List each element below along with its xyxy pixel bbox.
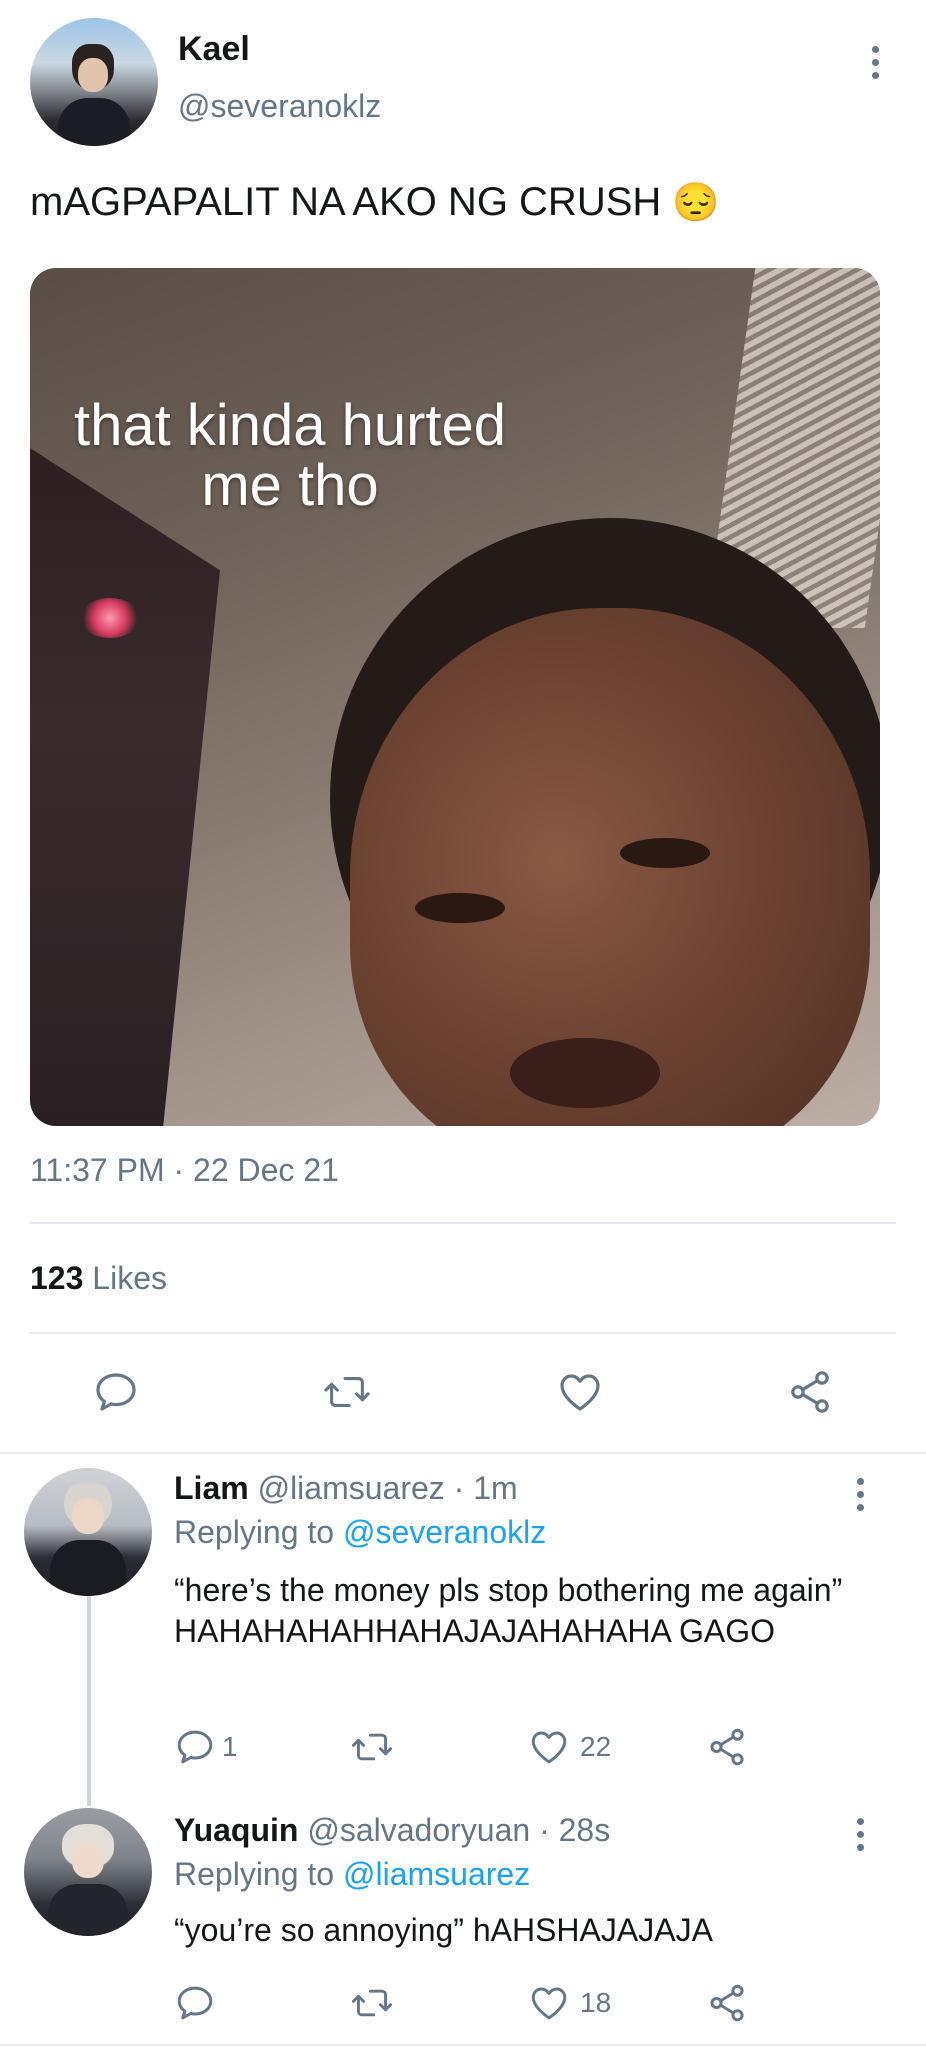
reply-like-icon[interactable] <box>528 1726 570 1768</box>
tweet-time: 11:37 PM <box>30 1152 165 1188</box>
image-caption: that kinda hurted me tho <box>30 396 550 516</box>
image-child-mouth <box>510 1038 660 1108</box>
reply-avatar-liam[interactable] <box>24 1468 152 1596</box>
reply-like-count: 22 <box>580 1731 612 1762</box>
tweet-text: mAGPAPALIT NA AKO NG CRUSH 😔 <box>30 180 720 225</box>
more-options-icon[interactable] <box>870 46 880 79</box>
image-shadow-wall <box>30 448 220 1126</box>
reply-like-icon[interactable] <box>528 1982 570 2024</box>
replying-to-link[interactable]: @liamsuarez <box>343 1856 530 1892</box>
reply-replying-to: Replying to @severanoklz <box>174 1514 546 1551</box>
avatar-body <box>50 1540 126 1596</box>
author-avatar[interactable] <box>30 18 158 146</box>
replying-to-link[interactable]: @severanoklz <box>343 1514 546 1550</box>
avatar-body <box>48 1884 128 1936</box>
reply-icon[interactable] <box>92 1368 140 1416</box>
tweet-text-body: mAGPAPALIT NA AKO NG CRUSH <box>30 180 662 224</box>
tweet-date: 22 Dec 21 <box>193 1152 339 1188</box>
reply-handle[interactable]: @liamsuarez <box>258 1470 445 1506</box>
reply-reply-icon[interactable] <box>174 1982 216 2024</box>
avatar-face <box>72 1842 104 1878</box>
likes-summary[interactable]: 123 Likes <box>30 1260 167 1297</box>
reply-text: “you’re so annoying” hAHSHAJAJAJA <box>174 1912 713 1948</box>
reply-header: Yuaquin @salvadoryuan · 28s <box>174 1812 610 1849</box>
reply-more-options-icon[interactable] <box>855 1478 865 1511</box>
divider-end <box>0 2044 926 2046</box>
reply-share-icon[interactable] <box>706 1982 748 2024</box>
reply-name[interactable]: Liam <box>174 1470 249 1506</box>
avatar-face <box>72 1498 104 1534</box>
divider-bottom <box>0 1452 926 1454</box>
reply-dot: · <box>539 1812 550 1848</box>
reply-time[interactable]: 28s <box>559 1812 611 1848</box>
reply-reply-count: 1 <box>222 1731 238 1762</box>
reply-text: “here’s the money pls stop bothering me … <box>174 1572 843 1649</box>
reply-more-options-icon[interactable] <box>855 1818 865 1851</box>
replying-prefix: Replying to <box>174 1856 335 1892</box>
share-icon[interactable] <box>786 1368 834 1416</box>
divider-top <box>30 1222 896 1224</box>
avatar-face <box>78 58 108 92</box>
reply-dot: · <box>453 1470 465 1506</box>
author-handle[interactable]: @severanoklz <box>178 88 381 125</box>
reply-avatar-yuaquin[interactable] <box>24 1808 152 1936</box>
divider-middle <box>30 1332 896 1334</box>
replying-prefix: Replying to <box>174 1514 335 1550</box>
reply-time[interactable]: 1m <box>473 1470 517 1506</box>
likes-count: 123 <box>30 1260 84 1296</box>
thread-line <box>87 1594 91 1806</box>
reply-name[interactable]: Yuaquin <box>174 1812 298 1848</box>
avatar-body <box>58 98 130 146</box>
reply-retweet-icon[interactable] <box>350 1982 394 2024</box>
tweet-timestamp[interactable]: 11:37 PM · 22 Dec 21 <box>30 1152 339 1189</box>
likes-label: Likes <box>92 1260 167 1296</box>
reply-handle[interactable]: @salvadoryuan <box>307 1812 530 1848</box>
image-child-eye-right <box>620 838 710 868</box>
author-name[interactable]: Kael <box>178 30 250 69</box>
image-caption-line-1: that kinda hurted <box>73 393 507 458</box>
reply-header: Liam @liamsuarez · 1m <box>174 1470 518 1507</box>
tweet-time-separator: · <box>173 1152 185 1188</box>
reply-like-count: 18 <box>580 1987 612 2018</box>
reply-retweet-icon[interactable] <box>350 1726 394 1768</box>
image-caption-line-2: me tho <box>201 453 379 518</box>
like-icon[interactable] <box>556 1368 604 1416</box>
image-red-light <box>80 598 140 638</box>
reply-reply-icon[interactable] <box>174 1726 216 1768</box>
reply-share-icon[interactable] <box>706 1726 748 1768</box>
reply-replying-to: Replying to @liamsuarez <box>174 1856 530 1893</box>
pensive-emoji: 😔 <box>672 182 720 224</box>
image-child-eye-left <box>415 893 505 923</box>
tweet-image[interactable]: that kinda hurted me tho <box>30 268 880 1126</box>
retweet-icon[interactable] <box>322 1368 372 1416</box>
